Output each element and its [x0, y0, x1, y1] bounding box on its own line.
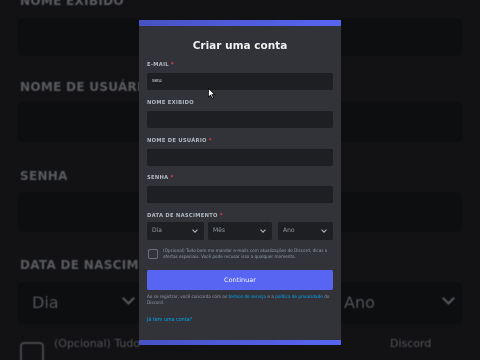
required-mark: *	[219, 213, 223, 219]
password-label-text: SENHA	[147, 175, 169, 181]
top-accent-bar	[139, 20, 341, 26]
required-mark: *	[170, 62, 174, 68]
marketing-consent-checkbox[interactable]	[148, 249, 158, 259]
bottom-accent-bar	[139, 340, 341, 345]
month-select[interactable]: Mês	[208, 222, 272, 240]
required-mark: *	[170, 175, 174, 181]
display-name-field[interactable]	[147, 111, 333, 128]
chevron-down-icon	[192, 227, 198, 233]
terms-middle: e a	[266, 294, 276, 299]
privacy-policy-link[interactable]: política de privacidade	[275, 294, 323, 299]
chevron-down-icon	[321, 227, 327, 233]
email-field[interactable]: seu	[147, 73, 333, 90]
month-select-value: Mês	[213, 227, 225, 234]
birthdate-label: DATA DE NASCIMENTO *	[147, 213, 223, 219]
birthdate-label-text: DATA DE NASCIMENTO	[147, 213, 218, 219]
terms-of-service-link[interactable]: termos de serviço	[228, 294, 266, 299]
day-select[interactable]: Dia	[147, 222, 204, 240]
password-field[interactable]	[147, 186, 333, 203]
terms-notice: Ao se registrar, você concorda com os te…	[147, 294, 333, 306]
password-label: SENHA *	[147, 175, 174, 181]
terms-prefix: Ao se registrar, você concorda com os	[147, 294, 229, 299]
email-label: E-MAIL *	[147, 62, 174, 68]
year-select-value: Ano	[283, 227, 295, 234]
year-select[interactable]: Ano	[278, 222, 333, 240]
email-label-text: E-MAIL	[147, 62, 169, 68]
continue-button[interactable]: Continuar	[147, 270, 333, 290]
display-name-label: NOME EXIBIDO	[147, 100, 194, 106]
login-link[interactable]: Já tem uma conta?	[147, 318, 192, 323]
username-label-text: NOME DE USUÁRIO	[147, 138, 207, 144]
username-field[interactable]	[147, 149, 333, 166]
chevron-down-icon	[260, 227, 266, 233]
day-select-value: Dia	[152, 227, 162, 234]
page-title: Criar uma conta	[192, 40, 288, 52]
create-account-modal: Criar uma conta E-MAIL * seu NOME EXIBIDO…	[139, 20, 341, 345]
required-mark: *	[208, 138, 212, 144]
username-label: NOME DE USUÁRIO *	[147, 138, 212, 144]
marketing-consent-text: (Opcional) Tudo bem me mandar e-mails co…	[163, 248, 328, 259]
